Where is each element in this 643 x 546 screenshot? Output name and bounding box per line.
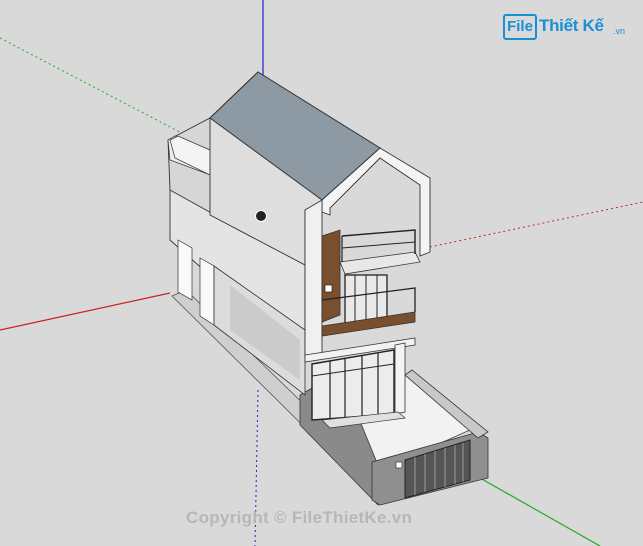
copyright-watermark: Copyright © FileThietKe.vn (186, 508, 413, 527)
pillar-1 (177, 239, 193, 301)
ground-column-right (394, 342, 406, 415)
side-small-window (324, 284, 333, 293)
green-axis (479, 477, 601, 546)
front-column-left (304, 199, 323, 361)
filethietke-logo: File Thiết Kế .vn (503, 10, 633, 44)
red-axis (0, 292, 171, 331)
logo-main-text: Thiết Kế (539, 16, 604, 35)
upper-window-doors (344, 274, 388, 324)
building-model[interactable] (167, 71, 489, 506)
upper-balcony-floor (339, 251, 421, 275)
green-axis-dotted (0, 37, 196, 141)
gate-lamp (395, 461, 403, 469)
red-axis-dotted (424, 201, 643, 249)
logo-sub-text: .vn (613, 26, 626, 36)
orbit-pivot-icon (255, 210, 267, 222)
model-viewport[interactable] (0, 0, 643, 546)
wood-panel (321, 229, 341, 323)
logo-box-text: File (503, 14, 537, 40)
upper-balcony-railing (341, 229, 416, 254)
pillar-2 (199, 257, 215, 326)
ground-floor-doors (311, 349, 395, 421)
